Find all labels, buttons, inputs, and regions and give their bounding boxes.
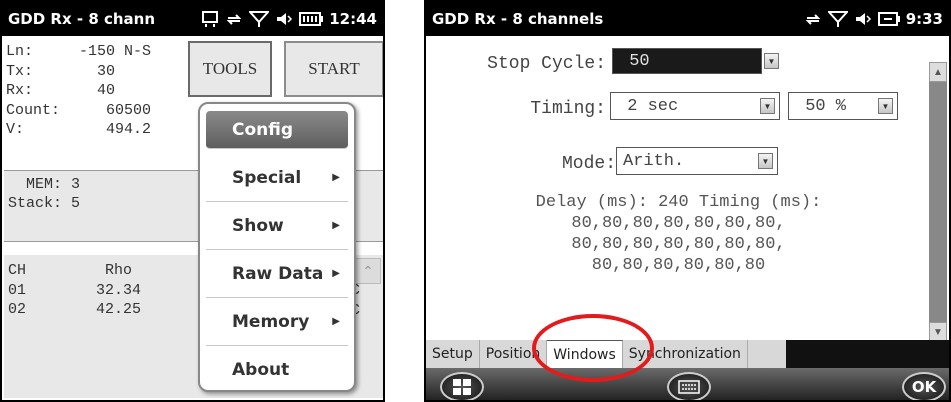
menu-item-show[interactable]: Show ▶ bbox=[206, 202, 348, 250]
volume-icon[interactable] bbox=[275, 10, 293, 28]
cell-rho: 32.34 bbox=[78, 281, 142, 299]
menu-label: Raw Data bbox=[232, 263, 324, 284]
start-button[interactable]: START bbox=[284, 41, 383, 97]
info-label: Tx: bbox=[6, 62, 34, 80]
info-row-tx: Tx: 30 bbox=[6, 62, 151, 82]
vertical-scrollbar[interactable]: ▲ ▼ bbox=[929, 62, 947, 342]
header-ch: CH bbox=[8, 262, 27, 279]
right-screen: GDD Rx - 8 channels 9:33 Stop Cycle: 50 … bbox=[424, 0, 951, 402]
tab-setup[interactable]: Setup bbox=[426, 340, 480, 368]
cell-rho: 42.25 bbox=[78, 301, 142, 318]
table-header: CH Rho bbox=[8, 261, 141, 281]
volume-icon[interactable] bbox=[854, 10, 872, 28]
info-label: Ln: bbox=[6, 43, 34, 60]
menu-label: Special bbox=[232, 167, 302, 188]
soft-key-bar: OK bbox=[426, 368, 949, 400]
submenu-arrow-icon: ▶ bbox=[332, 172, 340, 183]
scroll-up-icon[interactable]: ▲ bbox=[929, 62, 947, 82]
battery-charging-icon[interactable] bbox=[877, 12, 900, 26]
menu-item-special[interactable]: Special ▶ bbox=[206, 154, 348, 202]
submenu-arrow-icon: ▶ bbox=[332, 220, 340, 231]
delay-text: Delay (ms): 240 Timing (ms): 80,80,80,80… bbox=[426, 192, 931, 276]
menu-label: Memory bbox=[232, 311, 310, 332]
delay-line: 80,80,80,80,80,80,80, bbox=[571, 235, 786, 254]
cell-ch: 01 bbox=[8, 281, 27, 299]
mode-dropdown-icon[interactable]: ▼ bbox=[758, 153, 773, 169]
scroll-down-icon[interactable]: ▼ bbox=[929, 322, 947, 342]
signal-icon[interactable] bbox=[249, 10, 270, 28]
right-app-title: GDD Rx - 8 channels bbox=[432, 10, 604, 28]
mode-label: Mode: bbox=[561, 154, 616, 174]
signal-icon[interactable] bbox=[827, 10, 848, 28]
left-title-bar: GDD Rx - 8 chann 12:44 bbox=[2, 2, 383, 36]
left-clock[interactable]: 12:44 bbox=[329, 10, 377, 28]
menu-item-memory[interactable]: Memory ▶ bbox=[206, 298, 348, 346]
status-info: Ln: -150 N-S Tx: 30 Rx: 40 Count: 60500 … bbox=[6, 42, 151, 140]
timing-dropdown-icon[interactable]: ▼ bbox=[760, 98, 775, 114]
info-value: 60500 bbox=[70, 101, 152, 119]
stop-cycle-field[interactable]: 50 bbox=[612, 48, 762, 74]
scroll-up-icon[interactable]: ⌃ bbox=[355, 258, 381, 284]
table-row[interactable]: 01 32.34 bbox=[8, 281, 141, 301]
delay-line: 80,80,80,80,80,80,80, bbox=[571, 214, 786, 233]
info-value: 30 bbox=[70, 62, 116, 80]
info-value: -150 N-S bbox=[70, 43, 152, 60]
info-row-rx: Rx: 40 bbox=[6, 81, 151, 101]
menu-label: Show bbox=[232, 215, 284, 236]
timing-label: Timing: bbox=[530, 99, 606, 119]
keyboard-icon[interactable] bbox=[201, 10, 219, 28]
header-rho: Rho bbox=[78, 262, 133, 279]
right-title-bar: GDD Rx - 8 channels 9:33 bbox=[426, 2, 949, 36]
start-windows-icon[interactable] bbox=[440, 372, 484, 400]
submenu-arrow-icon: ▶ bbox=[332, 316, 340, 327]
delay-line: 80,80,80,80,80,80 bbox=[591, 256, 766, 275]
tools-menu: Config Special ▶ Show ▶ Raw Data ▶ Memory ▶ … bbox=[198, 102, 356, 392]
menu-label: About bbox=[232, 360, 290, 380]
battery-icon[interactable] bbox=[299, 12, 324, 26]
info-row-ln: Ln: -150 N-S bbox=[6, 42, 151, 62]
info-label: V: bbox=[6, 121, 25, 138]
left-screen: GDD Rx - 8 chann 12:44 Ln: -150 N-S Tx: … bbox=[0, 0, 385, 402]
menu-item-config[interactable]: Config bbox=[206, 111, 348, 149]
info-row-v: V: 494.2 bbox=[6, 120, 151, 140]
timing-percent-dropdown-icon[interactable]: ▼ bbox=[878, 98, 893, 114]
stop-cycle-dropdown-icon[interactable]: ▼ bbox=[764, 53, 779, 69]
table-row[interactable]: 02 42.25 bbox=[8, 300, 141, 320]
connectivity-icon[interactable] bbox=[225, 10, 243, 28]
left-app-title: GDD Rx - 8 chann bbox=[8, 10, 156, 28]
tab-bar-filler bbox=[786, 340, 949, 368]
stop-cycle-label: Stop Cycle: bbox=[487, 54, 606, 74]
info-row-count: Count: 60500 bbox=[6, 101, 151, 121]
highlight-circle bbox=[532, 314, 654, 382]
memory-stack-text: MEM: 3 Stack: 5 bbox=[8, 176, 81, 212]
menu-item-about[interactable]: About bbox=[206, 346, 348, 394]
connectivity-icon[interactable] bbox=[804, 10, 822, 28]
info-value: 494.2 bbox=[70, 121, 152, 138]
right-clock[interactable]: 9:33 bbox=[906, 10, 943, 28]
mode-field[interactable]: Arith. bbox=[616, 147, 778, 175]
delay-line: Delay (ms): 240 Timing (ms): bbox=[535, 193, 822, 212]
menu-item-raw-data[interactable]: Raw Data ▶ bbox=[206, 250, 348, 298]
ok-button[interactable]: OK bbox=[902, 372, 946, 400]
menu-label: Config bbox=[232, 119, 294, 140]
keyboard-icon[interactable] bbox=[667, 372, 711, 400]
submenu-arrow-icon: ▶ bbox=[332, 268, 340, 279]
cell-ch: 02 bbox=[8, 301, 27, 318]
info-label: Rx: bbox=[6, 82, 34, 99]
tools-button[interactable]: TOOLS bbox=[188, 41, 272, 97]
timing-field[interactable]: 2 sec bbox=[610, 92, 780, 120]
info-label: Count: bbox=[6, 101, 61, 119]
info-value: 40 bbox=[70, 82, 116, 99]
